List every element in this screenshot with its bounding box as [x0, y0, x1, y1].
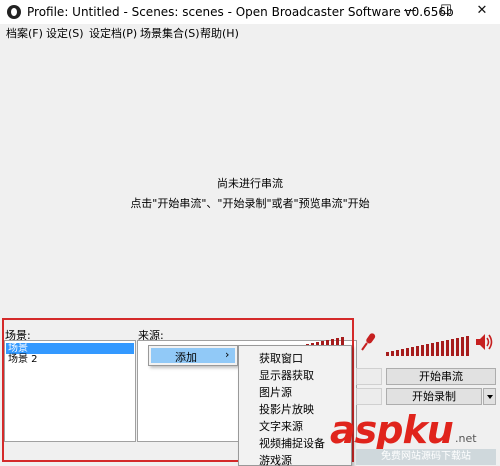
- meter-bar: [386, 352, 389, 356]
- meter-bar: [401, 349, 404, 356]
- submenu-item-image-source[interactable]: 图片源: [259, 384, 292, 400]
- left-control-button[interactable]: [356, 388, 382, 405]
- menu-file[interactable]: 档案(F): [6, 25, 43, 41]
- menu-help[interactable]: 帮助(H): [200, 25, 239, 41]
- watermark-logo: aspku: [330, 408, 454, 452]
- chevron-right-icon: ›: [225, 348, 230, 361]
- meter-bar: [431, 343, 434, 356]
- microphone-icon[interactable]: [360, 332, 376, 352]
- scene-item[interactable]: 场景: [6, 343, 134, 354]
- submenu-item-window-capture[interactable]: 获取窗口: [259, 350, 303, 366]
- meter-bar: [426, 344, 429, 356]
- left-control-button[interactable]: [356, 368, 382, 385]
- close-button[interactable]: ✕: [464, 0, 500, 24]
- add-menu-item[interactable]: 添加 ›: [151, 348, 235, 364]
- title-bar: Profile: Untitled - Scenes: scenes - Ope…: [0, 0, 500, 24]
- scene-list[interactable]: 场景 场景 2: [4, 340, 136, 442]
- speaker-icon[interactable]: [474, 332, 494, 352]
- meter-bar: [466, 336, 469, 356]
- menu-profile[interactable]: 设定档(P): [89, 25, 137, 41]
- menu-settings[interactable]: 设定(S): [46, 25, 84, 41]
- meter-bar: [416, 346, 419, 356]
- submenu-item-video-capture-device[interactable]: 视频捕捉设备: [259, 435, 325, 451]
- meter-bar: [391, 351, 394, 356]
- add-menu-label: 添加: [175, 351, 197, 364]
- watermark-tagline: 免费网站源码下载站: [356, 449, 496, 465]
- meter-bar: [406, 348, 409, 356]
- submenu-item-game-source[interactable]: 游戏源: [259, 452, 292, 466]
- meter-bar: [421, 345, 424, 356]
- submenu-item-monitor-capture[interactable]: 显示器获取: [259, 367, 314, 383]
- obs-logo-icon: [7, 5, 21, 19]
- meter-bar: [411, 347, 414, 356]
- start-recording-button[interactable]: 开始录制: [386, 388, 482, 405]
- watermark-domain: .net: [455, 432, 477, 445]
- meter-bar: [446, 340, 449, 356]
- stream-hint-text: 点击"开始串流"、"开始录制"或者"预览串流"开始: [130, 197, 370, 210]
- menu-bar: 档案(F) 设定(S) 设定档(P) 场景集合(S) 帮助(H): [0, 24, 500, 40]
- minimize-button[interactable]: —: [392, 0, 428, 24]
- submenu-item-text-source[interactable]: 文字来源: [259, 418, 303, 434]
- meter-bar: [441, 341, 444, 356]
- meter-bar: [451, 339, 454, 356]
- meter-bar: [396, 350, 399, 356]
- scene-item[interactable]: 场景 2: [6, 354, 134, 365]
- menu-scene-collection[interactable]: 场景集合(S): [140, 25, 200, 41]
- maximize-button[interactable]: ☐: [428, 0, 464, 24]
- meter-bar: [456, 338, 459, 356]
- stream-status-text: 尚未进行串流: [217, 177, 283, 190]
- preview-area: 尚未进行串流 点击"开始串流"、"开始录制"或者"预览串流"开始: [0, 40, 500, 315]
- window-title: Profile: Untitled - Scenes: scenes - Ope…: [27, 5, 454, 19]
- meter-bar: [461, 337, 464, 356]
- recording-dropdown-button[interactable]: [483, 388, 496, 405]
- context-menu: 添加 ›: [148, 345, 238, 366]
- start-stream-button[interactable]: 开始串流: [386, 368, 496, 385]
- submenu-item-slideshow[interactable]: 投影片放映: [259, 401, 314, 417]
- meter-bar: [436, 342, 439, 356]
